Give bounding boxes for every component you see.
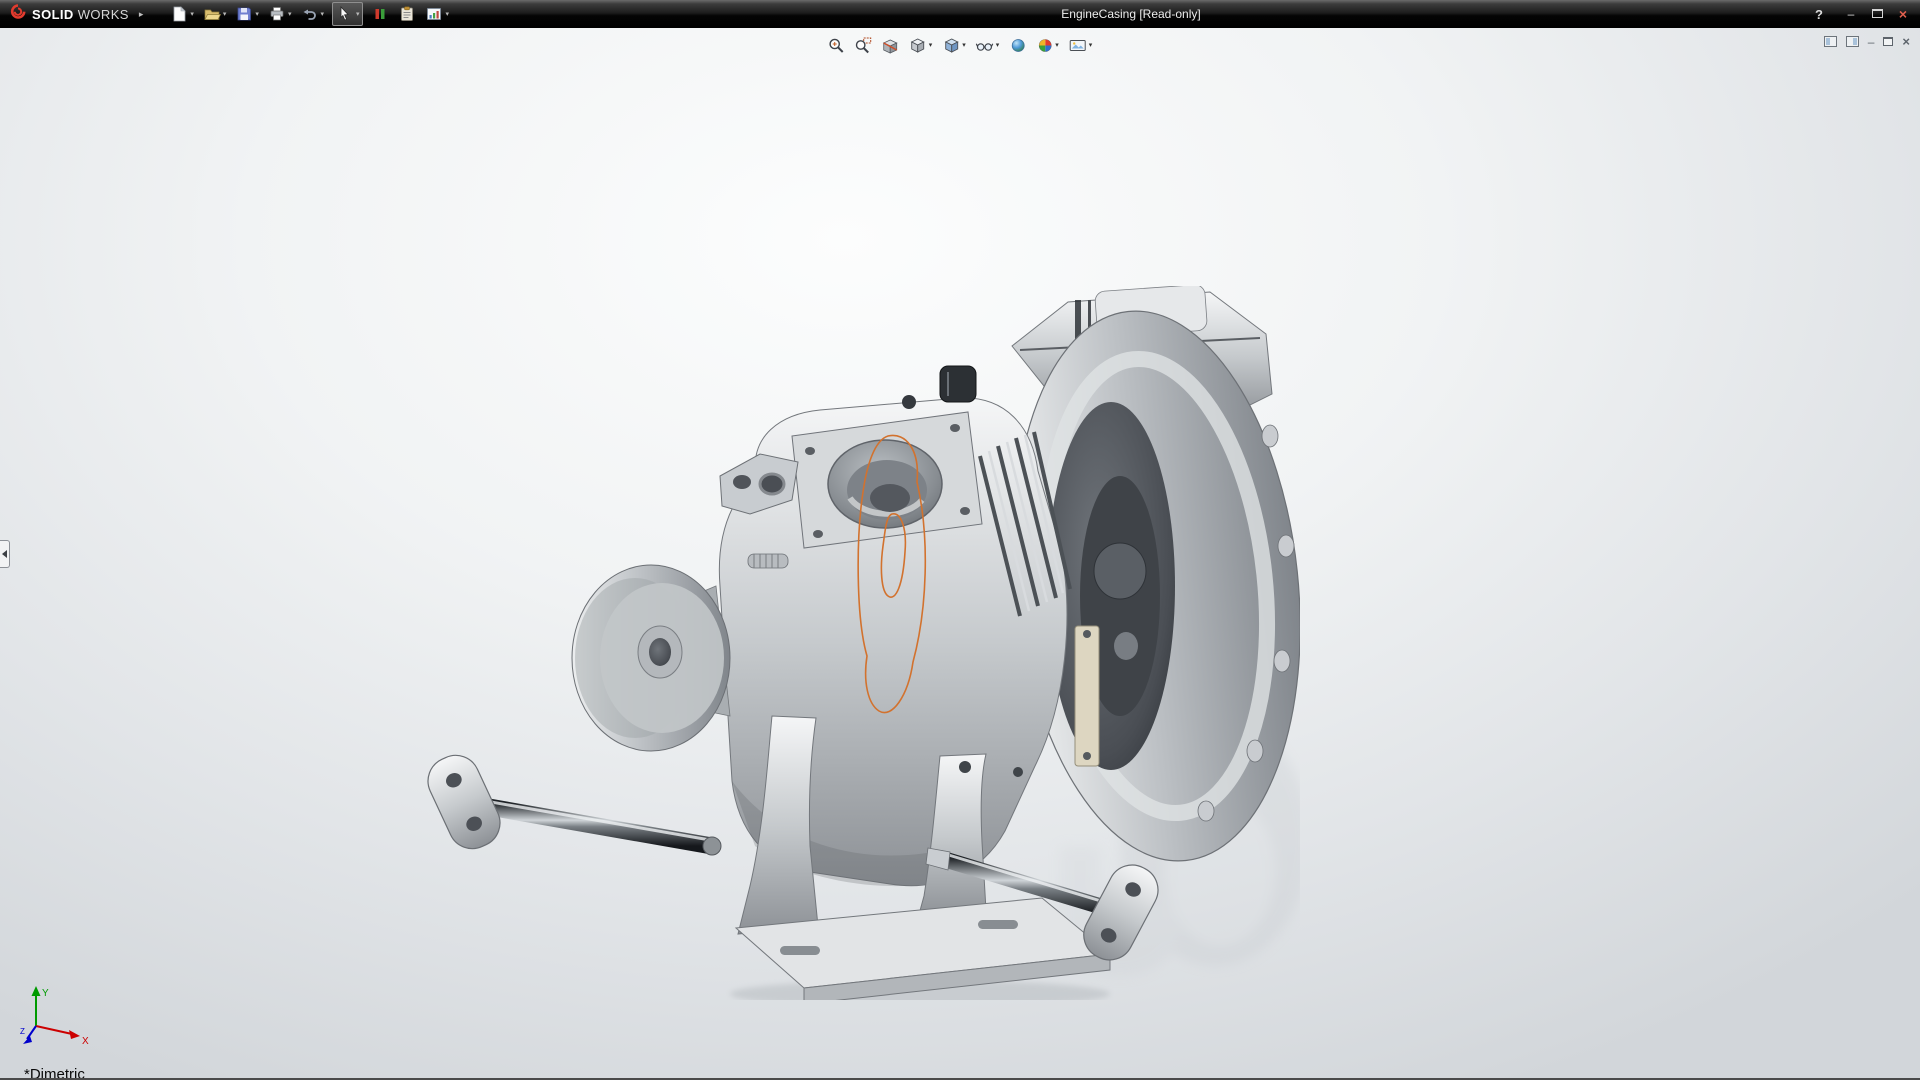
view-settings-button[interactable]: ▾: [1066, 33, 1096, 57]
pane-left-icon[interactable]: [1823, 36, 1837, 47]
new-document-button[interactable]: ▾: [169, 2, 195, 26]
view-settings-icon: [1069, 39, 1086, 51]
dropdown-arrow-icon[interactable]: ▾: [255, 11, 259, 18]
chart-icon: [427, 8, 442, 20]
open-button[interactable]: ▾: [202, 2, 228, 26]
new-document-icon: [173, 6, 187, 22]
minimize-window-button[interactable]: –: [1844, 8, 1858, 20]
color-bars-icon: [375, 9, 385, 19]
file-properties-button[interactable]: [397, 2, 417, 26]
doc-minimize-button[interactable]: –: [1868, 36, 1875, 48]
section-view-button[interactable]: [879, 33, 902, 57]
solidworks-brand: SOLID WORKS ▸: [0, 3, 143, 25]
apply-scene-icon: [1038, 38, 1052, 52]
heads-up-toolbar: ▾ ▾ ▾ ▾ ▾: [825, 33, 1096, 57]
solidworks-window: SOLID WORKS ▸ ▾ ▾ ▾ ▾ ▾ ▾ ▾ EngineCasing…: [0, 0, 1920, 1080]
view-orientation-icon: [910, 37, 925, 53]
engine-casing-model[interactable]: [420, 286, 1300, 1000]
color-display-button[interactable]: [370, 2, 390, 26]
maximize-icon: [1871, 9, 1883, 18]
close-window-button[interactable]: ×: [1896, 7, 1910, 21]
doc-restore-button[interactable]: [1883, 36, 1894, 48]
section-view-icon: [882, 39, 898, 54]
dropdown-arrow-icon[interactable]: ▾: [962, 42, 966, 49]
dropdown-arrow-icon[interactable]: ▾: [1055, 42, 1059, 49]
options-button[interactable]: ▾: [424, 2, 450, 26]
display-style-icon: [944, 37, 959, 53]
dropdown-arrow-icon[interactable]: ▾: [1089, 42, 1093, 49]
dropdown-arrow-icon[interactable]: ▾: [445, 11, 449, 18]
select-tool-button[interactable]: ▾: [331, 2, 364, 26]
dropdown-arrow-icon[interactable]: ▾: [190, 11, 194, 18]
chevron-left-icon: [2, 550, 7, 558]
menu-expand-arrow[interactable]: ▸: [139, 9, 144, 20]
quick-access-toolbar: ▾ ▾ ▾ ▾ ▾ ▾ ▾: [169, 2, 450, 26]
save-button[interactable]: ▾: [234, 2, 260, 26]
dassault-logo-icon: [8, 3, 28, 25]
graphics-area[interactable]: ▾ ▾ ▾ ▾ ▾ – × Y X Z *Dimetric: [0, 28, 1920, 1080]
restore-icon: [1883, 36, 1894, 46]
window-controls: ? – ×: [1812, 7, 1920, 21]
hide-show-items-button[interactable]: ▾: [973, 33, 1003, 57]
undo-button[interactable]: ▾: [299, 2, 325, 26]
brand-name-light: WORKS: [77, 6, 129, 22]
open-icon: [204, 9, 221, 20]
z-axis-label: Z: [20, 1027, 25, 1036]
select-cursor-icon: [340, 5, 349, 21]
orientation-triad: Y X Z: [20, 986, 89, 1047]
save-icon: [238, 7, 252, 21]
print-button[interactable]: ▾: [267, 2, 293, 26]
maximize-window-button[interactable]: [1870, 8, 1884, 20]
hide-show-items-icon: [975, 42, 994, 51]
zoom-to-area-icon: [855, 37, 872, 53]
zoom-to-area-button[interactable]: [852, 33, 875, 57]
document-window-controls: – ×: [1823, 35, 1910, 48]
y-axis-arrow: [31, 986, 41, 996]
view-orientation-button[interactable]: ▾: [906, 33, 936, 57]
brand-name-bold: SOLID: [32, 6, 74, 22]
edit-appearance-icon: [1011, 38, 1025, 52]
dropdown-arrow-icon[interactable]: ▾: [929, 42, 933, 49]
display-style-button[interactable]: ▾: [939, 33, 969, 57]
dropdown-arrow-icon[interactable]: ▾: [320, 11, 324, 18]
zoom-to-fit-button[interactable]: [825, 33, 848, 57]
titlebar: SOLID WORKS ▸ ▾ ▾ ▾ ▾ ▾ ▾ ▾ EngineCasing…: [0, 0, 1920, 28]
apply-scene-button[interactable]: ▾: [1033, 33, 1062, 57]
pane-right-icon[interactable]: [1845, 36, 1859, 47]
dropdown-arrow-icon[interactable]: ▾: [996, 42, 1000, 49]
feature-panel-collapse-tab[interactable]: [0, 540, 10, 568]
dropdown-arrow-icon[interactable]: ▾: [288, 11, 292, 18]
document-title: EngineCasing [Read-only]: [1061, 7, 1201, 21]
doc-close-button[interactable]: ×: [1902, 35, 1910, 48]
clipboard-icon: [401, 6, 414, 21]
edit-appearance-button[interactable]: [1006, 33, 1029, 57]
dropdown-arrow-icon[interactable]: ▾: [223, 11, 227, 18]
print-icon: [270, 7, 284, 21]
x-axis-label: X: [82, 1036, 89, 1047]
x-axis-arrow: [69, 1030, 80, 1039]
zoom-to-fit-icon: [829, 38, 844, 53]
dropdown-arrow-icon[interactable]: ▾: [356, 11, 360, 18]
undo-icon: [303, 9, 317, 20]
y-axis-label: Y: [42, 988, 49, 999]
help-button[interactable]: ?: [1812, 8, 1826, 21]
